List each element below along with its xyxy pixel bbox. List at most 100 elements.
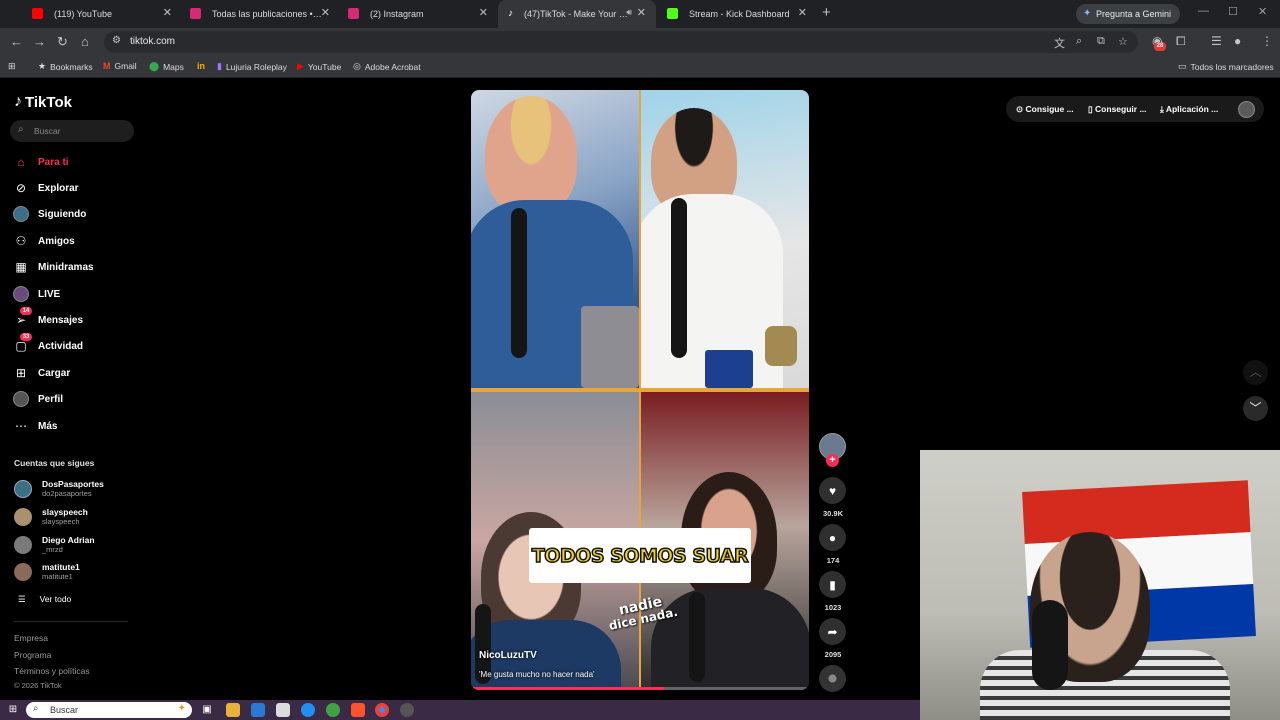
live-icon [12, 285, 30, 303]
bookmark-star-icon[interactable]: ☆ [1118, 35, 1128, 48]
coins-button[interactable]: ⊙ Consigue ... [1016, 104, 1074, 115]
extensions-puzzle-icon[interactable]: ⧠ [1176, 34, 1186, 49]
profile-avatar[interactable] [1238, 101, 1255, 118]
sidebar-item-cargar[interactable]: ⊞ Cargar [12, 363, 70, 383]
following-account[interactable]: matitute1 matitute1 [14, 561, 80, 583]
save-button[interactable]: ▮ [819, 571, 846, 598]
all-bookmarks-button[interactable]: ▭ Todos los marcadores [1178, 61, 1274, 72]
twitch-icon: ▮ [217, 61, 222, 71]
sidebar-item-explorar[interactable]: ⊘ Explorar [12, 178, 79, 198]
get-app-button[interactable]: ▯ Conseguir ... [1088, 104, 1147, 115]
following-title: Cuentas que sigues [14, 458, 95, 468]
taskbar-search-input[interactable]: ⌕ Buscar ✦ [26, 702, 192, 718]
outlook-icon[interactable] [251, 703, 265, 717]
sidebar-item-mas[interactable]: ⋯ Más [12, 416, 57, 436]
sidebar-item-label: LIVE [38, 288, 61, 300]
video-progress-bar[interactable] [471, 687, 809, 690]
footer-link[interactable]: Términos y políticas [14, 666, 90, 676]
close-icon[interactable]: ✕ [479, 6, 488, 19]
maximize-icon[interactable]: ☐ [1228, 5, 1238, 18]
close-icon[interactable]: ✕ [637, 6, 646, 19]
menu-icon[interactable]: ⋮ [1261, 34, 1273, 48]
url-text[interactable]: tiktok.com [130, 36, 175, 47]
tab-instagram[interactable]: (2) Instagram ✕ [338, 0, 498, 28]
sidebar-item-para-ti[interactable]: ⌂ Para ti [12, 152, 68, 172]
close-icon[interactable]: ✕ [321, 6, 330, 19]
tab-instagram-posts[interactable]: Todas las publicaciones • Instagram ✕ [180, 0, 340, 28]
bookmark-item[interactable]: ▮ Lujuria Roleplay [217, 61, 287, 72]
brave-icon[interactable] [351, 703, 365, 717]
sidebar-item-label: Cargar [38, 367, 71, 379]
bookmark-item[interactable]: in [197, 61, 205, 71]
tiktok-logo[interactable]: ♪ TikTok [14, 93, 72, 111]
new-tab-button[interactable]: + [822, 4, 831, 21]
sidebar-item-siguiendo[interactable]: Siguiendo [12, 204, 86, 224]
obs-icon[interactable] [400, 703, 414, 717]
following-account[interactable]: Diego Adrian _mrzd [14, 534, 95, 556]
chrome-icon[interactable] [375, 703, 389, 717]
task-view-icon[interactable]: ▣ [200, 703, 214, 717]
minimize-icon[interactable]: — [1198, 5, 1209, 17]
bookmark-item[interactable]: ★ Bookmarks [38, 61, 93, 72]
sidebar-item-label: Siguiendo [38, 208, 87, 220]
profile-avatar-icon[interactable]: ● [1234, 34, 1241, 48]
translate-icon[interactable]: 文 [1054, 35, 1065, 51]
file-explorer-icon[interactable] [226, 703, 240, 717]
video-username[interactable]: NicoLuzuTV [479, 650, 537, 661]
bookmark-item[interactable]: ⬤ Maps [149, 61, 184, 72]
music-disc-icon[interactable] [819, 665, 846, 692]
search-input[interactable]: ⌕ Buscar [10, 120, 134, 142]
sidebar-item-minidramas[interactable]: ▦ Minidramas [12, 257, 93, 277]
address-bar[interactable]: ⚙ tiktok.com 文 ⌕ ⧉ ☆ [104, 31, 1138, 53]
follow-button[interactable]: + [826, 454, 839, 467]
apps-grid-icon[interactable]: ⊞ [8, 61, 16, 72]
bookmark-label: Maps [163, 61, 184, 72]
notepad-icon[interactable] [276, 703, 290, 717]
video-description: 'Me gusta mucho no hacer nada' [479, 670, 595, 679]
bookmark-item[interactable]: ▶ YouTube [297, 61, 341, 72]
following-account[interactable]: DosPasaportes do2pasaportes [14, 478, 104, 500]
sidebar-item-live[interactable]: LIVE [12, 284, 60, 304]
reading-list-icon[interactable]: ☰ [1211, 34, 1222, 48]
like-button[interactable]: ♥ [819, 477, 846, 504]
bookmark-item[interactable]: ◎ Adobe Acrobat [353, 61, 421, 72]
account-handle: slayspeech [42, 517, 80, 526]
download-app-button[interactable]: ⤓ Aplicación ... [1160, 104, 1218, 115]
close-window-icon[interactable]: ✕ [1258, 5, 1267, 18]
start-icon[interactable]: ⊞ [6, 703, 20, 717]
sidebar-item-amigos[interactable]: ⚇ Amigos [12, 231, 75, 251]
speaker-icon[interactable]: 🔊︎ [626, 7, 632, 18]
previous-video-button[interactable]: ︿ [1243, 360, 1268, 385]
forward-icon[interactable]: → [33, 34, 46, 50]
site-info-icon[interactable]: ⚙ [112, 35, 121, 46]
video-player[interactable]: TODOS SOMOS SUAR nadie dice nada. NicoLu… [471, 90, 809, 690]
following-account[interactable]: slayspeech slayspeech [14, 506, 88, 528]
back-icon[interactable]: ← [10, 34, 23, 50]
bookmark-item[interactable]: M Gmail [103, 61, 137, 71]
footer-link[interactable]: Empresa [14, 633, 48, 643]
home-icon[interactable]: ⌂ [81, 34, 89, 50]
app-icon[interactable] [326, 703, 340, 717]
save-count: 1023 [824, 603, 842, 612]
tab-kick[interactable]: Stream - Kick Dashboard ✕ [657, 0, 817, 28]
zoom-icon[interactable]: ⌕ [1076, 35, 1082, 48]
install-app-icon[interactable]: ⧉ [1097, 35, 1105, 48]
sidebar-item-perfil[interactable]: Perfil [12, 389, 63, 409]
sidebar-item-mensajes[interactable]: ➢ 14 Mensajes [12, 307, 83, 330]
tab-tiktok[interactable]: ♪ (47)TikTok - Make Your Day 🔊︎ ✕ [498, 0, 656, 28]
tab-youtube[interactable]: (119) YouTube ✕ [22, 0, 182, 28]
comment-button[interactable]: ● [819, 524, 846, 551]
gemini-button[interactable]: ✦ Pregunta a Gemini [1076, 4, 1181, 24]
share-button[interactable]: ➦ [819, 618, 846, 645]
see-all-button[interactable]: ☰ Ver todo [18, 594, 71, 605]
acrobat-icon: ◎ [353, 61, 361, 71]
sidebar-item-actividad[interactable]: ▢ 33 Actividad [12, 333, 83, 356]
close-icon[interactable]: ✕ [798, 6, 807, 19]
sidebar-divider [14, 621, 128, 622]
upload-icon: ⊞ [15, 366, 27, 380]
edge-icon[interactable] [301, 703, 315, 717]
footer-link[interactable]: Programa [14, 650, 51, 660]
reload-icon[interactable]: ↻ [57, 34, 68, 50]
close-icon[interactable]: ✕ [163, 6, 172, 19]
next-video-button[interactable]: ﹀ [1243, 396, 1268, 421]
